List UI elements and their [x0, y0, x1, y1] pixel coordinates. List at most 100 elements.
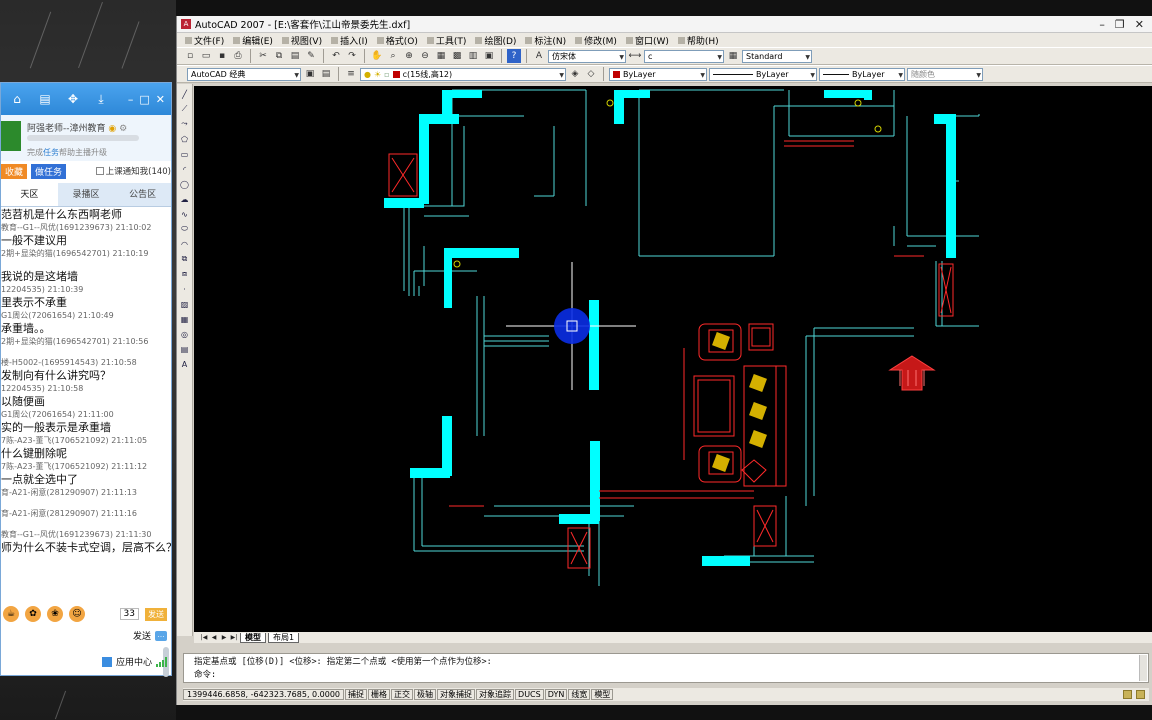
- minimize-icon[interactable]: –: [128, 93, 134, 106]
- status-toggle-button[interactable]: 正交: [391, 689, 414, 700]
- apps-icon[interactable]: ✥: [65, 91, 81, 107]
- status-toggle-button[interactable]: DUCS: [515, 689, 544, 700]
- status-toggle-button[interactable]: 对象捕捉: [437, 689, 476, 700]
- workspace-select[interactable]: AutoCAD 经典 ▼: [187, 67, 301, 81]
- point-icon[interactable]: ·: [179, 283, 191, 295]
- text-style-icon[interactable]: A: [532, 49, 546, 63]
- tab-replay[interactable]: 录播区: [58, 183, 115, 206]
- arc-icon[interactable]: ◜: [179, 163, 191, 175]
- rectangle-icon[interactable]: ▭: [179, 148, 191, 160]
- region-icon[interactable]: ◎: [179, 328, 191, 340]
- zoom-realtime-icon[interactable]: ⌕: [386, 49, 400, 63]
- quick-send-button[interactable]: 发送: [145, 607, 167, 621]
- app-center-link[interactable]: 应用中心: [116, 655, 152, 668]
- emoji-icon[interactable]: ☺: [69, 606, 85, 622]
- status-toggle-button[interactable]: 极轴: [414, 689, 437, 700]
- workspace-settings-icon[interactable]: ▣: [303, 67, 317, 81]
- tab-notice[interactable]: 公告区: [114, 183, 171, 206]
- make-object-layer-icon[interactable]: ◈: [568, 67, 582, 81]
- copy-icon[interactable]: ⧉: [272, 49, 286, 63]
- match-properties-icon[interactable]: ✎: [304, 49, 318, 63]
- settings-icon[interactable]: ⚙: [119, 124, 127, 134]
- new-file-icon[interactable]: ▫: [183, 49, 197, 63]
- command-prompt[interactable]: 命令:: [194, 669, 1148, 682]
- zoom-previous-icon[interactable]: ⊖: [418, 49, 432, 63]
- cake-icon[interactable]: ✿: [25, 606, 41, 622]
- menu-item[interactable]: 窗口(W): [625, 34, 669, 47]
- menu-item[interactable]: 修改(M): [575, 34, 617, 47]
- minimize-icon[interactable]: –: [1099, 18, 1105, 31]
- linetype-control-select[interactable]: ByLayer ▼: [709, 67, 817, 81]
- message-icon[interactable]: ▤: [37, 91, 53, 107]
- lineweight-control-select[interactable]: ByLayer ▼: [819, 67, 905, 81]
- design-center-icon[interactable]: ▩: [450, 49, 464, 63]
- menu-item[interactable]: 绘图(D): [475, 34, 516, 47]
- menu-item[interactable]: 插入(I): [331, 34, 368, 47]
- make-block-icon[interactable]: ⧈: [179, 268, 191, 280]
- ellipse-icon[interactable]: ⬭: [179, 223, 191, 235]
- spline-icon[interactable]: ∿: [179, 208, 191, 220]
- plot-style-select[interactable]: 随颜色 ▼: [907, 67, 983, 81]
- save-icon[interactable]: ▪: [215, 49, 229, 63]
- font-size-select[interactable]: 33: [119, 608, 139, 620]
- menu-item[interactable]: 编辑(E): [233, 34, 273, 47]
- construction-line-icon[interactable]: ⟋: [179, 103, 191, 115]
- status-toggle-button[interactable]: 对象追踪: [476, 689, 515, 700]
- color-control-select[interactable]: ByLayer ▼: [609, 67, 707, 81]
- properties-icon[interactable]: ▦: [434, 49, 448, 63]
- first-tab-icon[interactable]: |◀: [200, 634, 208, 642]
- multiline-text-icon[interactable]: A: [179, 358, 191, 370]
- coffee-icon[interactable]: ☕: [3, 606, 19, 622]
- table-style-icon[interactable]: ▦: [726, 49, 740, 63]
- layer-previous-icon[interactable]: ◇: [584, 67, 598, 81]
- print-icon[interactable]: ⎙: [231, 49, 245, 63]
- task-link[interactable]: 任务: [43, 148, 59, 157]
- menu-item[interactable]: 帮助(H): [677, 34, 719, 47]
- polyline-icon[interactable]: ⤳: [179, 118, 191, 130]
- host-avatar[interactable]: [1, 121, 21, 151]
- dim-style-icon[interactable]: ⟷: [628, 49, 642, 63]
- close-icon[interactable]: ✕: [156, 93, 165, 106]
- redo-icon[interactable]: ↷: [345, 49, 359, 63]
- table-style-select[interactable]: Standard ▼: [742, 49, 812, 63]
- gift-icon[interactable]: ❀: [47, 606, 63, 622]
- help-icon[interactable]: ?: [507, 49, 521, 63]
- table-icon[interactable]: ▤: [179, 343, 191, 355]
- coordinate-readout[interactable]: 1399446.6858, -642323.7685, 0.0000: [183, 689, 345, 700]
- tool-palettes-icon[interactable]: ▥: [466, 49, 480, 63]
- drawing-area[interactable]: [194, 86, 1152, 632]
- status-toggle-button[interactable]: 栅格: [368, 689, 391, 700]
- text-style-select[interactable]: 仿宋体 ▼: [548, 49, 626, 63]
- pan-icon[interactable]: ✋: [370, 49, 384, 63]
- home-icon[interactable]: ⌂: [9, 91, 25, 107]
- notify-checkbox[interactable]: 上课通知我(140): [95, 165, 171, 177]
- dim-style-select[interactable]: c ▼: [644, 49, 724, 63]
- maximize-icon[interactable]: □: [139, 93, 149, 106]
- polygon-icon[interactable]: ⬠: [179, 133, 191, 145]
- paste-icon[interactable]: ▤: [288, 49, 302, 63]
- next-tab-icon[interactable]: ▶: [220, 634, 228, 642]
- menu-item[interactable]: 视图(V): [281, 34, 322, 47]
- layer-manager-icon[interactable]: ≡: [344, 67, 358, 81]
- line-icon[interactable]: ╱: [179, 88, 191, 100]
- circle-icon[interactable]: ◯: [179, 178, 191, 190]
- task-button[interactable]: 做任务: [31, 163, 67, 179]
- lock-icon[interactable]: [1123, 690, 1132, 699]
- hatch-icon[interactable]: ▨: [179, 298, 191, 310]
- menu-item[interactable]: 标注(N): [525, 34, 566, 47]
- collect-button[interactable]: 收藏: [1, 163, 28, 179]
- status-toggle-button[interactable]: 模型: [591, 689, 614, 700]
- download-icon[interactable]: ⤓: [93, 91, 109, 107]
- close-icon[interactable]: ✕: [1135, 18, 1144, 31]
- menu-item[interactable]: 文件(F): [185, 34, 224, 47]
- calculator-icon[interactable]: ▣: [482, 49, 496, 63]
- insert-block-icon[interactable]: ⧉: [179, 253, 191, 265]
- open-icon[interactable]: ▭: [199, 49, 213, 63]
- ellipse-arc-icon[interactable]: ◠: [179, 238, 191, 250]
- menu-item[interactable]: 工具(T): [426, 34, 466, 47]
- prev-tab-icon[interactable]: ◀: [210, 634, 218, 642]
- tab-layout1[interactable]: 布局1: [268, 632, 300, 643]
- workspace-save-icon[interactable]: ▤: [319, 67, 333, 81]
- grid-icon[interactable]: [101, 656, 112, 667]
- status-toggle-button[interactable]: 捕捉: [345, 689, 368, 700]
